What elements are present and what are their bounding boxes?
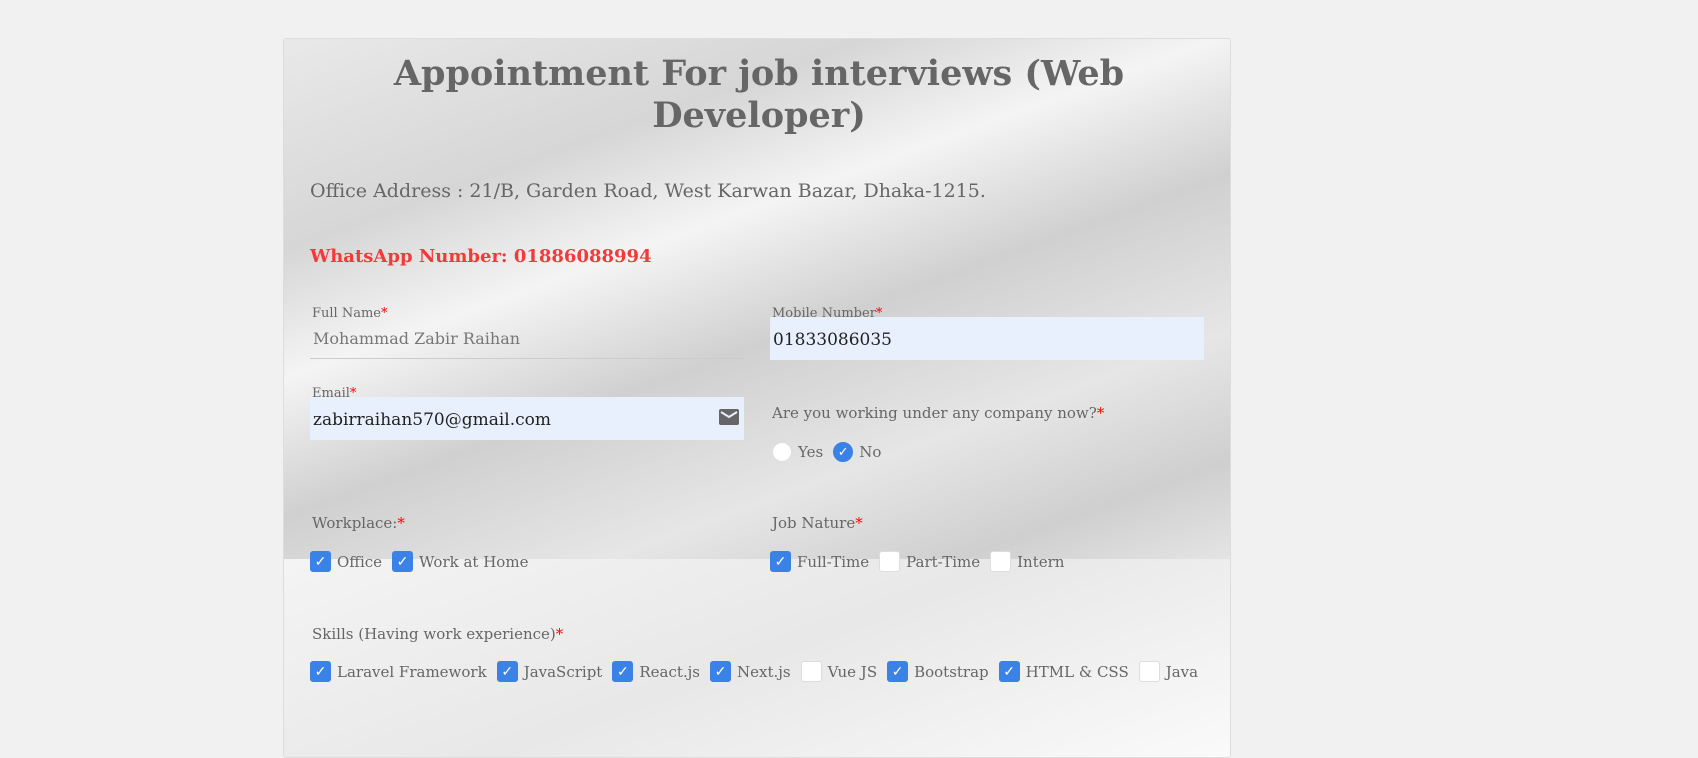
option-label: Part-Time: [906, 552, 981, 571]
checkbox-skill[interactable]: ✓ Bootstrap: [887, 661, 989, 682]
radio-yes[interactable]: Yes: [772, 442, 823, 462]
required-mark: *: [381, 306, 388, 321]
radio-no[interactable]: ✓ No: [833, 442, 881, 462]
label-text: Job Nature: [772, 514, 856, 532]
checkbox-skill[interactable]: ✓ HTML & CSS: [998, 661, 1129, 682]
checkbox-skill[interactable]: ✓ JavaScript: [496, 661, 603, 682]
checkbox[interactable]: ✓: [496, 661, 518, 682]
workplace-label: Workplace:*: [312, 514, 405, 532]
required-mark: *: [397, 514, 405, 532]
option-label: Work at Home: [419, 552, 529, 571]
email-input[interactable]: zabirraihan570@gmail.com: [310, 397, 744, 440]
full-name-input[interactable]: Mohammad Zabir Raihan: [310, 327, 744, 359]
checkbox[interactable]: ✓: [310, 661, 331, 682]
page-title: Appointment For job interviews (Web Deve…: [393, 53, 1125, 136]
checkbox-part-time[interactable]: Part-Time: [879, 551, 980, 572]
full-name-label: Full Name*: [312, 306, 388, 321]
working-question: Are you working under any company now?*: [772, 404, 1104, 422]
option-label: Full-Time: [797, 552, 870, 571]
checkbox-office[interactable]: ✓ Office: [310, 551, 382, 572]
skills-options: ✓ Laravel Framework ✓ JavaScript ✓ React.js ✓ N…: [310, 661, 1198, 682]
mobile-input[interactable]: 01833086035: [770, 317, 1204, 360]
checkbox-intern[interactable]: Intern: [990, 551, 1064, 572]
checkbox[interactable]: [879, 551, 901, 572]
option-label: Java: [1165, 662, 1199, 681]
whatsapp-number: WhatsApp Number: 01886088994: [310, 246, 652, 267]
checkbox[interactable]: ✓: [310, 551, 331, 572]
required-mark: *: [855, 514, 863, 532]
radio-button-checked[interactable]: ✓: [833, 442, 854, 462]
skills-label: Skills (Having work experience)*: [312, 625, 563, 643]
office-address: Office Address : 21/B, Garden Road, West…: [310, 180, 986, 202]
option-label: Intern: [1017, 552, 1065, 571]
option-label: Next.js: [737, 662, 791, 681]
option-label: JavaScript: [523, 662, 603, 681]
radio-button[interactable]: [772, 442, 792, 462]
form-card: Appointment For job interviews (Web Deve…: [283, 38, 1231, 758]
option-label: Bootstrap: [914, 662, 989, 681]
checkbox[interactable]: ✓: [887, 661, 909, 682]
email-value: zabirraihan570@gmail.com: [313, 410, 552, 430]
checkbox-skill[interactable]: Java: [1138, 661, 1199, 682]
checkbox[interactable]: [990, 551, 1012, 572]
checkbox[interactable]: [800, 661, 822, 682]
label-text: Skills (Having work experience): [312, 625, 556, 643]
job-nature-label: Job Nature*: [772, 514, 863, 532]
mail-icon: [719, 409, 739, 425]
checkbox[interactable]: ✓: [770, 551, 791, 572]
question-text: Are you working under any company now?: [772, 404, 1097, 422]
option-label: Yes: [798, 443, 824, 461]
checkbox[interactable]: ✓: [612, 661, 634, 682]
checkbox-skill[interactable]: Vue JS: [800, 661, 878, 682]
option-label: React.js: [639, 662, 701, 681]
checkbox-work-at-home[interactable]: ✓ Work at Home: [392, 551, 528, 572]
required-mark: *: [555, 625, 564, 643]
checkbox[interactable]: ✓: [710, 661, 732, 682]
label-text: Full Name: [312, 306, 381, 321]
required-mark: *: [1096, 404, 1105, 422]
checkbox-skill[interactable]: ✓ React.js: [612, 661, 700, 682]
checkbox-full-time[interactable]: ✓ Full-Time: [770, 551, 869, 572]
checkbox-skill[interactable]: ✓ Laravel Framework: [310, 661, 487, 682]
checkbox[interactable]: [1138, 661, 1160, 682]
checkbox[interactable]: ✓: [998, 661, 1020, 682]
checkbox[interactable]: ✓: [392, 551, 414, 572]
option-label: Laravel Framework: [337, 662, 487, 681]
option-label: Office: [337, 552, 383, 571]
option-label: HTML & CSS: [1025, 662, 1129, 681]
checkbox-skill[interactable]: ✓ Next.js: [710, 661, 791, 682]
option-label: Vue JS: [827, 662, 878, 681]
label-text: Workplace:: [312, 514, 398, 532]
option-label: No: [859, 443, 882, 461]
